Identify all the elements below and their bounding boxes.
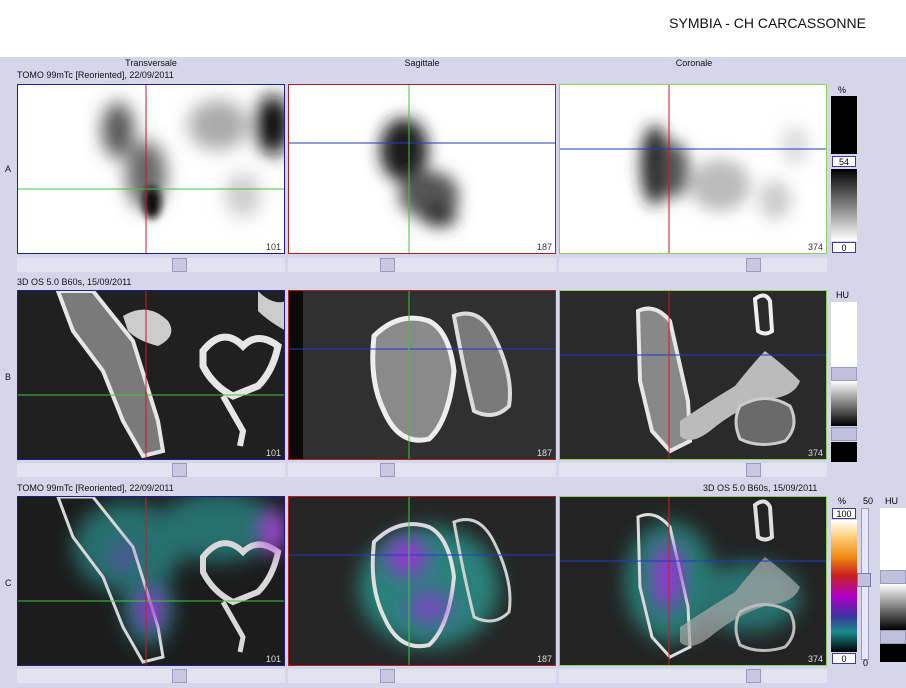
viewport-c-transverse[interactable]: 101 — [17, 496, 285, 666]
colorbar-a-gradient — [831, 169, 857, 241]
scrollbar-c-transverse[interactable] — [17, 669, 285, 683]
row-c-series-label-left: TOMO 99mTc [Reoriented], 22/09/2011 — [17, 483, 174, 493]
scrollbar-thumb[interactable] — [380, 463, 395, 477]
scrollbar-a-transverse[interactable] — [17, 258, 285, 272]
title-bar: SYMBIA - CH CARCASSONNE — [0, 0, 906, 57]
colorbar-c-ct-upper-handle[interactable] — [880, 570, 906, 584]
colorbar-c-ct-upper — [880, 508, 906, 570]
scrollbar-thumb[interactable] — [172, 669, 187, 683]
spect-sagittal-image — [289, 85, 555, 253]
row-c-letter: C — [5, 578, 12, 588]
column-header-coronal: Coronale — [675, 58, 713, 68]
colorbar-c-ct-lower — [880, 644, 906, 662]
scrollbar-b-transverse[interactable] — [17, 463, 285, 477]
row-a-letter: A — [5, 164, 12, 174]
ct-sagittal-image — [289, 291, 555, 459]
colorbar-b-upper-handle[interactable] — [831, 367, 857, 381]
viewport-a-transverse[interactable]: 101 — [17, 84, 285, 254]
colorbar-c-min-box[interactable]: 0 — [832, 653, 856, 664]
viewport-a-coronal[interactable]: 374 — [559, 84, 827, 254]
column-header-transverse: Transversale — [125, 58, 177, 68]
viewport-c-sagittal[interactable]: 187 — [288, 496, 556, 666]
scrollbar-a-coronal[interactable] — [559, 258, 827, 272]
scrollbar-b-coronal[interactable] — [559, 463, 827, 477]
colorbar-a-upper — [831, 96, 857, 154]
colorbar-c-ct-lower-handle[interactable] — [880, 630, 906, 644]
slice-number: 101 — [265, 242, 281, 252]
slice-number: 187 — [536, 448, 552, 458]
viewport-b-transverse[interactable]: 101 — [17, 290, 285, 460]
slice-number: 374 — [807, 654, 823, 664]
slice-number: 187 — [536, 242, 552, 252]
colorbar-a-value-box[interactable]: 54 — [832, 156, 856, 167]
spect-coronal-image — [560, 85, 826, 253]
colorbar-a-min-box[interactable]: 0 — [832, 242, 856, 253]
colorbar-b-unit: HU — [836, 290, 849, 300]
slice-number: 187 — [536, 654, 552, 664]
scrollbar-c-sagittal[interactable] — [288, 669, 556, 683]
scrollbar-thumb[interactable] — [380, 258, 395, 272]
scrollbar-thumb[interactable] — [746, 463, 761, 477]
spect-transverse-image — [18, 85, 284, 253]
colorbar-a-unit: % — [838, 85, 847, 95]
ct-coronal-image — [560, 291, 826, 459]
viewer-area: Transversale Sagittale Coronale TOMO 99m… — [0, 57, 906, 688]
scrollbar-thumb[interactable] — [746, 669, 761, 683]
viewport-a-sagittal[interactable]: 187 — [288, 84, 556, 254]
blend-slider-min: 0 — [863, 658, 869, 668]
scrollbar-b-sagittal[interactable] — [288, 463, 556, 477]
blend-slider-handle[interactable] — [857, 573, 871, 587]
page-title: SYMBIA - CH CARCASSONNE — [669, 15, 866, 31]
viewport-b-coronal[interactable]: 374 — [559, 290, 827, 460]
blend-slider-label: 50 — [863, 496, 874, 506]
fusion-coronal-image — [560, 497, 826, 665]
colorbar-c-ct-gradient — [880, 584, 906, 630]
colorbar-c-max-box[interactable]: 100 — [832, 508, 856, 519]
row-a-series-label: TOMO 99mTc [Reoriented], 22/09/2011 — [17, 70, 174, 80]
ct-transverse-image — [18, 291, 284, 459]
colorbar-c-unit: % — [838, 496, 847, 506]
fusion-transverse-image — [18, 497, 284, 665]
scrollbar-thumb[interactable] — [172, 463, 187, 477]
row-b-letter: B — [5, 372, 12, 382]
colorbar-b-upper — [831, 302, 857, 367]
scrollbar-c-coronal[interactable] — [559, 669, 827, 683]
slice-number: 374 — [807, 448, 823, 458]
column-header-sagittal: Sagittale — [404, 58, 440, 68]
fusion-sagittal-image — [289, 497, 555, 665]
slice-number: 101 — [265, 448, 281, 458]
scrollbar-thumb[interactable] — [172, 258, 187, 272]
colorbar-c-ct-unit: HU — [885, 496, 898, 506]
row-c-series-label-right: 3D OS 5.0 B60s, 15/09/2011 — [703, 483, 818, 493]
viewport-c-coronal[interactable]: 374 — [559, 496, 827, 666]
colorbar-b-gradient — [831, 381, 857, 426]
colorbar-c-gradient — [831, 520, 857, 652]
scrollbar-thumb[interactable] — [380, 669, 395, 683]
slice-number: 101 — [265, 654, 281, 664]
slice-number: 374 — [807, 242, 823, 252]
colorbar-b-lower-handle[interactable] — [831, 427, 857, 441]
scrollbar-a-sagittal[interactable] — [288, 258, 556, 272]
colorbar-b-lower — [831, 442, 857, 462]
scrollbar-thumb[interactable] — [746, 258, 761, 272]
viewport-b-sagittal[interactable]: 187 — [288, 290, 556, 460]
row-b-series-label: 3D OS 5.0 B60s, 15/09/2011 — [17, 277, 132, 287]
